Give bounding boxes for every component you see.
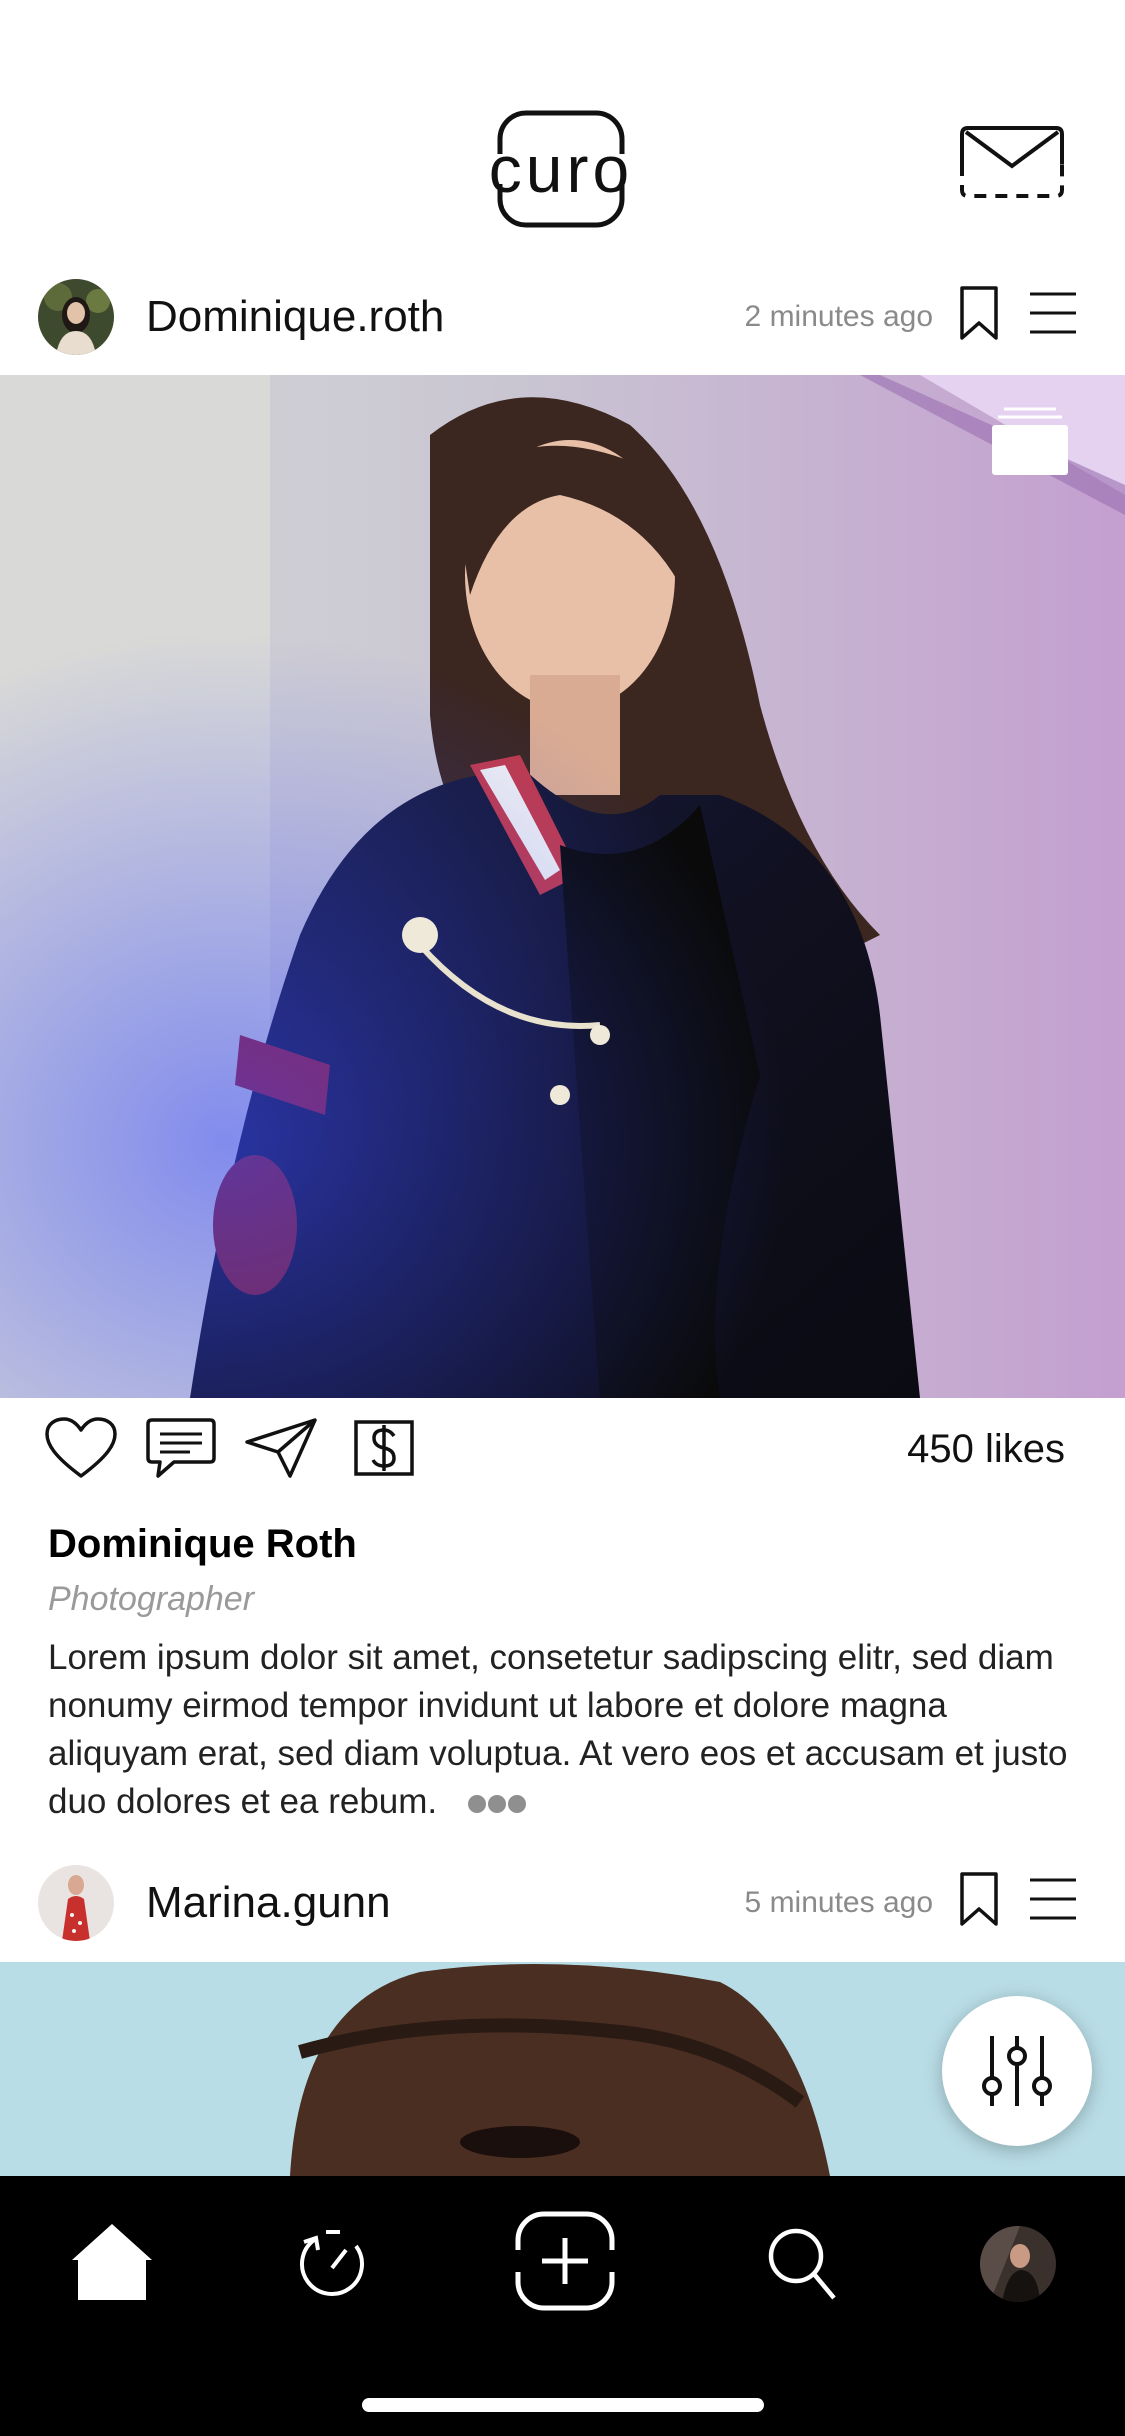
comment-icon[interactable] (144, 1416, 218, 1480)
dollar-icon[interactable] (352, 1416, 426, 1480)
post-photo[interactable] (0, 375, 1125, 1398)
profile-avatar[interactable] (980, 2226, 1056, 2302)
avatar[interactable] (38, 279, 114, 355)
post-time: 2 minutes ago (744, 300, 933, 333)
likes-count[interactable]: 450 likes (907, 1424, 1065, 1474)
avatar[interactable] (38, 1865, 114, 1941)
bookmark-icon[interactable] (958, 1871, 1000, 1927)
more-dots-icon[interactable] (467, 1794, 527, 1814)
author-name[interactable]: Dominique Roth (48, 1518, 357, 1570)
home-icon[interactable] (70, 2220, 154, 2304)
post-header: Dominique.roth 2 minutes ago (0, 257, 1125, 377)
home-indicator[interactable] (362, 2398, 764, 2412)
bottom-tab-bar (0, 2176, 1125, 2436)
menu-icon[interactable] (1028, 1877, 1078, 1921)
author-role: Photographer (48, 1580, 255, 1618)
post-time: 5 minutes ago (744, 1886, 933, 1919)
heart-icon[interactable] (44, 1416, 118, 1480)
curo-logo: curo (472, 108, 650, 230)
bookmark-icon[interactable] (958, 285, 1000, 341)
username[interactable]: Marina.gunn (146, 1873, 391, 1933)
menu-icon[interactable] (1028, 291, 1078, 335)
multiple-photos-icon (990, 405, 1070, 477)
username[interactable]: Dominique.roth (146, 287, 444, 347)
activity-icon[interactable] (296, 2228, 368, 2300)
post-caption: Lorem ipsum dolor sit amet, consetetur s… (48, 1634, 1078, 1826)
post-header: Marina.gunn 5 minutes ago (0, 1843, 1125, 1963)
filter-sliders-icon[interactable] (942, 1996, 1092, 2146)
post-actions: 450 likes (0, 1398, 1125, 1498)
logo-text: curo (488, 132, 634, 206)
search-icon[interactable] (766, 2226, 838, 2302)
create-icon[interactable] (514, 2210, 616, 2312)
send-icon[interactable] (244, 1416, 318, 1480)
mail-icon[interactable] (958, 124, 1066, 200)
caption-text: Lorem ipsum dolor sit amet, consetetur s… (48, 1638, 1068, 1821)
